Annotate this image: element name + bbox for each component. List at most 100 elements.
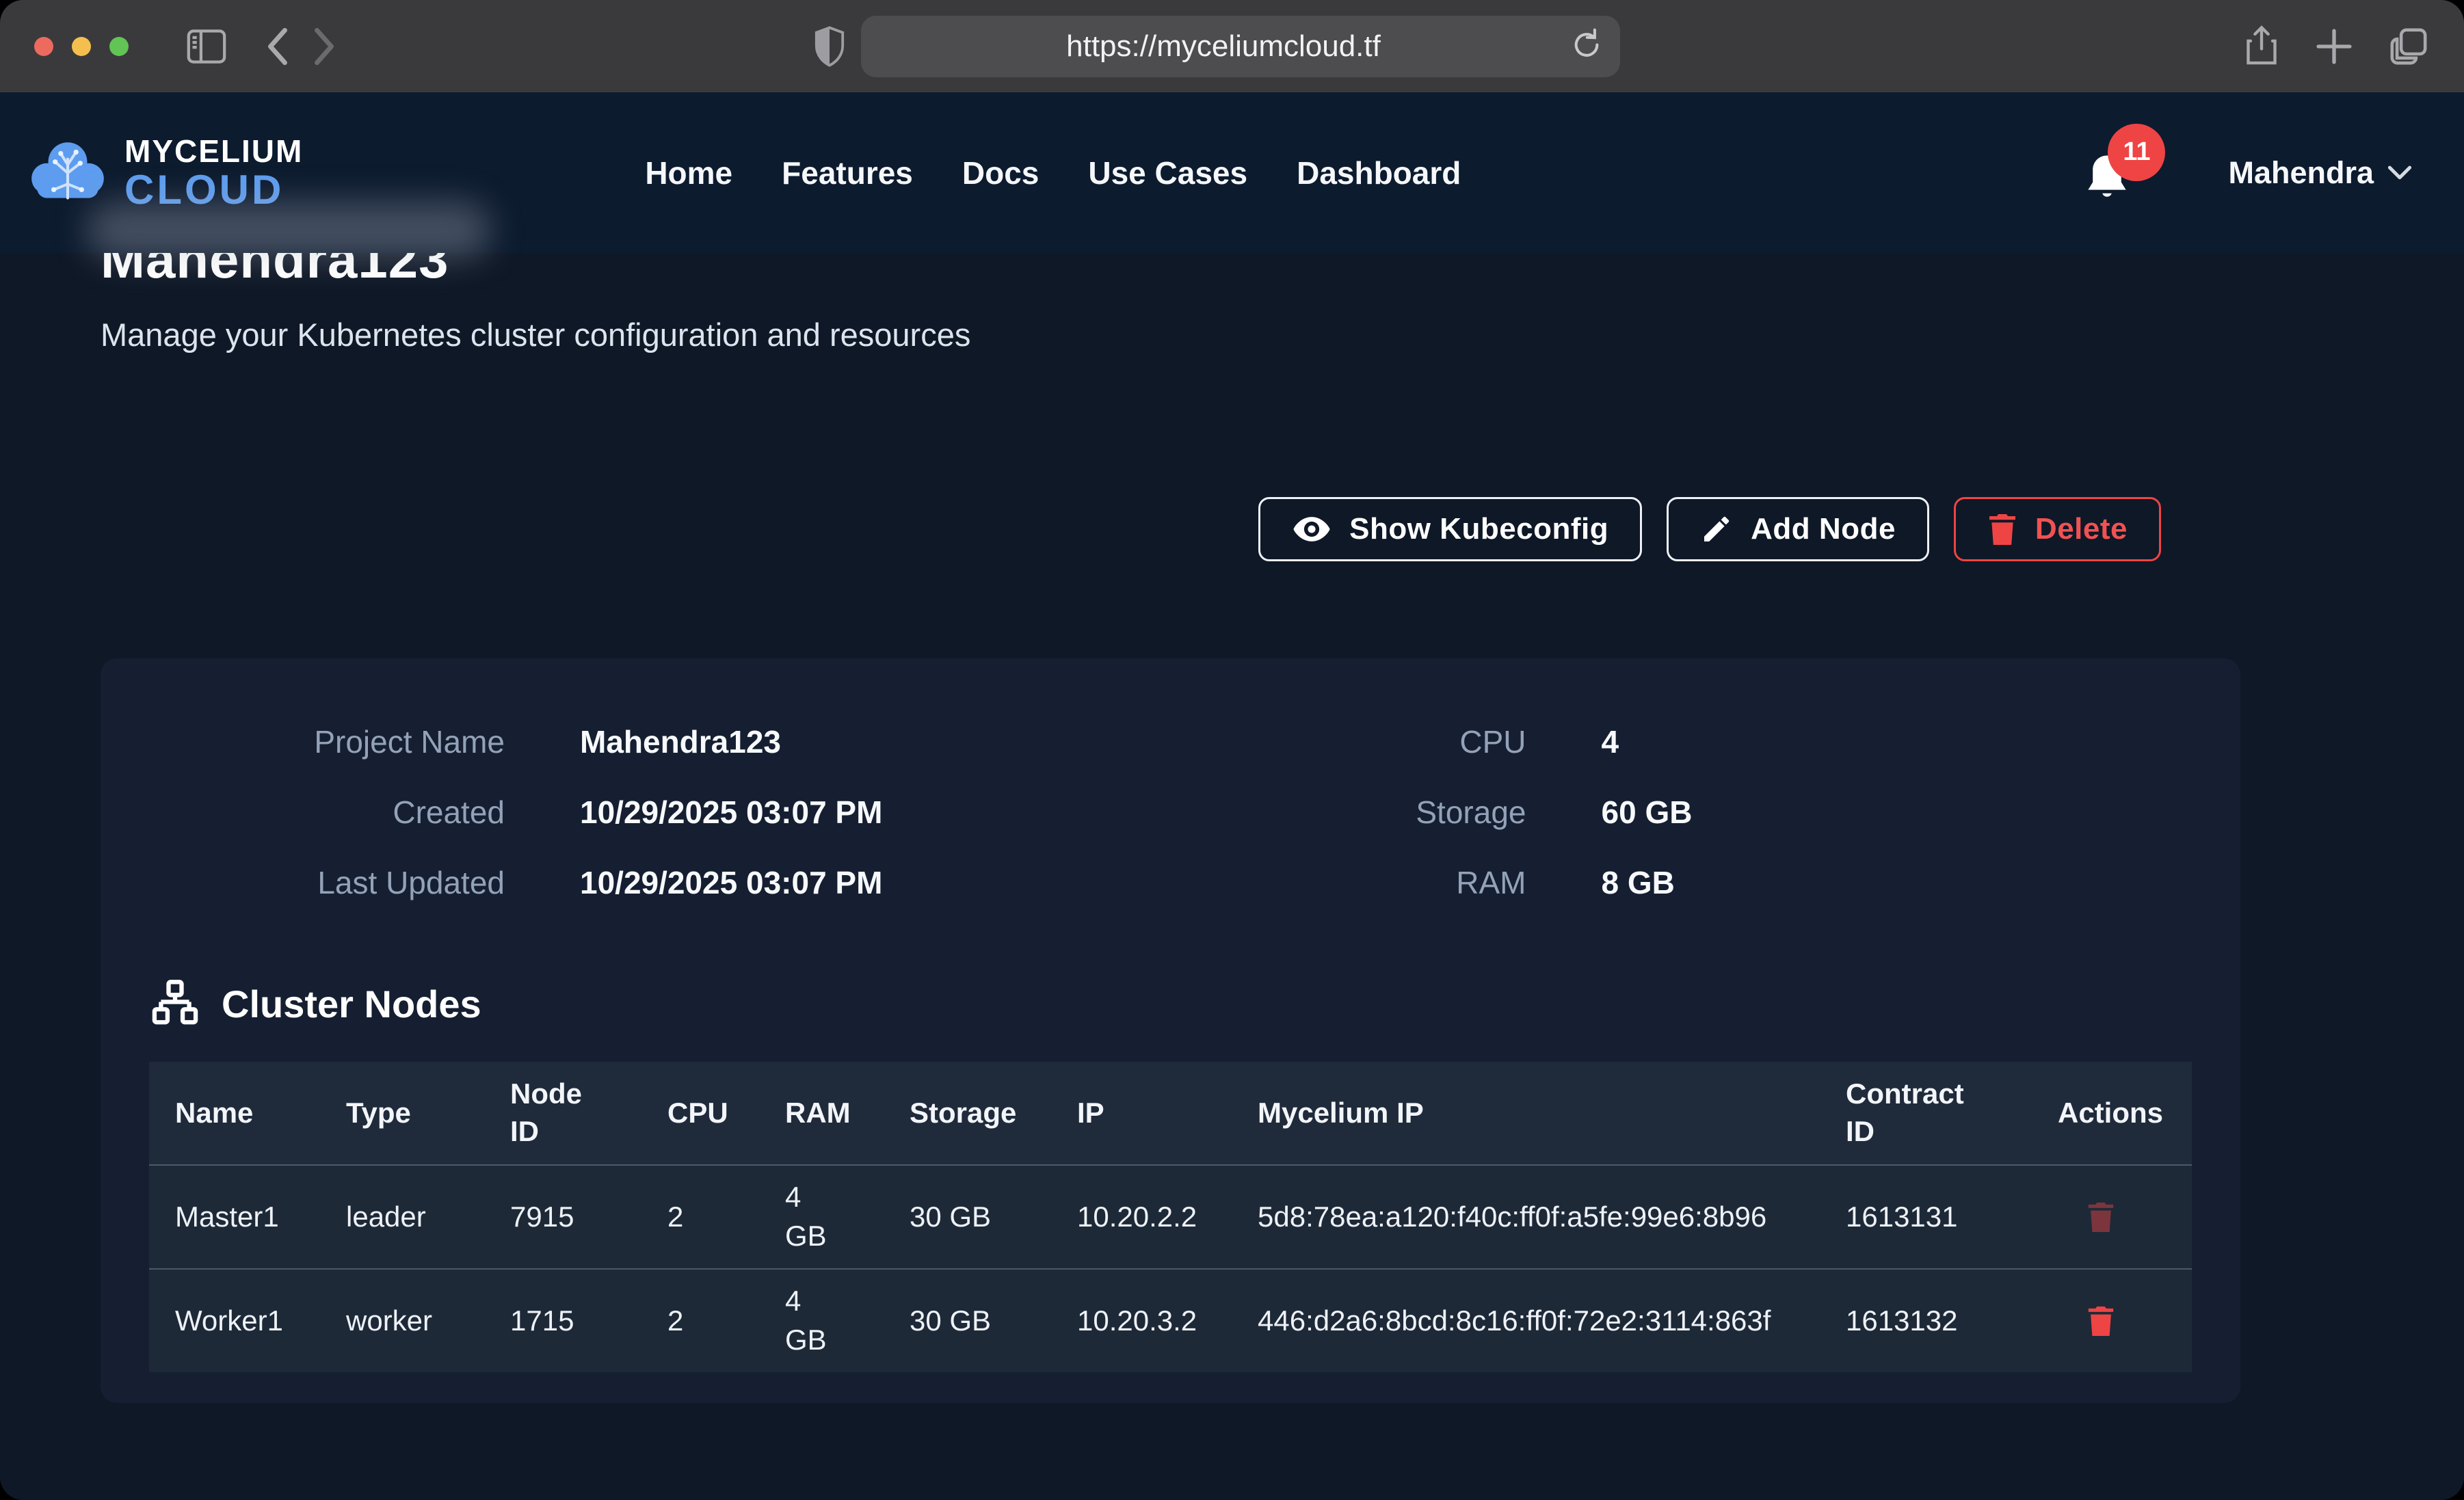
add-node-label: Add Node — [1751, 512, 1896, 546]
cell-storage: 30 GB — [884, 1165, 1051, 1269]
cluster-detail-page: Mahendra123 Manage your Kubernetes clust… — [0, 253, 2464, 1500]
column-header-storage: Storage — [884, 1062, 1051, 1165]
cell-node-id: 7915 — [484, 1165, 641, 1269]
delete-cluster-button[interactable]: Delete — [1954, 497, 2161, 561]
ram-value: 8 GB — [1602, 864, 1675, 901]
eye-icon — [1292, 512, 1332, 546]
cell-actions — [2032, 1165, 2192, 1269]
project-name-label: Project Name — [149, 723, 505, 760]
cluster-nodes-header: Cluster Nodes — [149, 976, 2192, 1031]
nav-links: Home Features Docs Use Cases Dashboard — [645, 155, 1461, 191]
table-header-row: Name Type Node ID CPU RAM Storage IP Myc… — [149, 1062, 2192, 1165]
last-updated-field: Last Updated 10/29/2025 03:07 PM — [149, 847, 1171, 918]
project-name-field: Project Name Mahendra123 — [149, 706, 1171, 777]
url-input[interactable] — [861, 29, 1620, 64]
reload-icon[interactable] — [1571, 27, 1602, 66]
address-bar[interactable] — [861, 16, 1620, 77]
user-menu[interactable]: Mahendra — [2224, 155, 2416, 191]
ram-field: RAM 8 GB — [1171, 847, 2193, 918]
nav-link-home[interactable]: Home — [645, 155, 732, 191]
forward-icon[interactable] — [310, 27, 338, 66]
cell-name: Worker1 — [149, 1269, 320, 1372]
column-header-ram: RAM — [759, 1062, 884, 1165]
close-window-button[interactable] — [34, 37, 53, 56]
storage-field: Storage 60 GB — [1171, 777, 2193, 847]
page-title: Mahendra123 — [101, 253, 449, 286]
sidebar-toggle-icon[interactable] — [187, 29, 226, 64]
cell-ram-value: 4 GB — [785, 1178, 829, 1255]
cluster-info-card: Project Name Mahendra123 Created 10/29/2… — [101, 658, 2240, 1403]
minimize-window-button[interactable] — [72, 37, 91, 56]
page-subtitle: Manage your Kubernetes cluster configura… — [101, 253, 2464, 353]
column-header-contract-id: Contract ID — [1820, 1062, 2032, 1165]
ram-label: RAM — [1171, 864, 1526, 901]
column-header-node-id: Node ID — [484, 1062, 641, 1165]
cell-contract-id: 1613132 — [1820, 1269, 2032, 1372]
created-field: Created 10/29/2025 03:07 PM — [149, 777, 1171, 847]
cell-type: worker — [320, 1269, 484, 1372]
cell-cpu: 2 — [641, 1165, 759, 1269]
toolbar-right-buttons — [2244, 25, 2428, 68]
column-header-mycelium-ip: Mycelium IP — [1232, 1062, 1820, 1165]
last-updated-label: Last Updated — [149, 864, 505, 901]
share-icon[interactable] — [2244, 25, 2279, 68]
zoom-window-button[interactable] — [109, 37, 129, 56]
new-tab-icon[interactable] — [2315, 27, 2353, 66]
show-kubeconfig-button[interactable]: Show Kubeconfig — [1258, 497, 1642, 561]
cell-name: Master1 — [149, 1165, 320, 1269]
cluster-actions-row: Show Kubeconfig Add Node Delete — [101, 497, 2240, 561]
browser-window: MYCELIUM CLOUD Home Features Docs Use Ca… — [0, 0, 2464, 1500]
browser-toolbar — [0, 0, 2464, 92]
notification-count-badge: 11 — [2108, 124, 2165, 181]
cluster-nodes-title: Cluster Nodes — [222, 982, 481, 1026]
tab-overview-icon[interactable] — [2389, 27, 2428, 66]
table-row: Master1 leader 7915 2 4 GB 30 GB 10.20.2… — [149, 1165, 2192, 1269]
created-label: Created — [149, 794, 505, 831]
storage-value: 60 GB — [1602, 794, 1693, 831]
cpu-field: CPU 4 — [1171, 706, 2193, 777]
site-navbar: MYCELIUM CLOUD Home Features Docs Use Ca… — [0, 92, 2464, 253]
cell-ip: 10.20.3.2 — [1051, 1269, 1232, 1372]
trash-icon — [1987, 512, 2017, 546]
cpu-value: 4 — [1602, 723, 1619, 760]
cluster-nodes-table: Name Type Node ID CPU RAM Storage IP Myc… — [149, 1062, 2192, 1372]
pencil-icon — [1700, 513, 1733, 546]
delete-label: Delete — [2035, 512, 2128, 546]
created-value: 10/29/2025 03:07 PM — [580, 794, 882, 831]
last-updated-value: 10/29/2025 03:07 PM — [580, 864, 882, 901]
cell-cpu: 2 — [641, 1269, 759, 1372]
delete-node-button[interactable] — [2087, 1304, 2115, 1337]
add-node-button[interactable]: Add Node — [1667, 497, 1929, 561]
delete-node-button[interactable] — [2087, 1201, 2115, 1233]
cluster-info-right-column: CPU 4 Storage 60 GB RAM 8 GB — [1171, 706, 2193, 918]
cluster-info-left-column: Project Name Mahendra123 Created 10/29/2… — [149, 706, 1171, 918]
trash-icon — [2087, 1304, 2115, 1337]
trash-icon — [2087, 1201, 2115, 1233]
cell-contract-id: 1613131 — [1820, 1165, 2032, 1269]
notifications-button[interactable]: 11 — [2080, 132, 2142, 214]
cluster-info-grid: Project Name Mahendra123 Created 10/29/2… — [149, 706, 2192, 918]
show-kubeconfig-label: Show Kubeconfig — [1349, 512, 1608, 546]
cell-mycelium-ip: 446:d2a6:8bcd:8c16:ff0f:72e2:3114:863f — [1232, 1269, 1820, 1372]
brand-logo[interactable]: MYCELIUM CLOUD — [26, 131, 303, 215]
cell-node-id: 1715 — [484, 1269, 641, 1372]
nav-link-dashboard[interactable]: Dashboard — [1297, 155, 1461, 191]
nav-link-features[interactable]: Features — [782, 155, 913, 191]
cpu-label: CPU — [1171, 723, 1526, 760]
nav-link-docs[interactable]: Docs — [962, 155, 1039, 191]
cell-ram-value: 4 GB — [785, 1282, 829, 1359]
chevron-down-icon — [2387, 165, 2412, 181]
cell-ram: 4 GB — [759, 1165, 884, 1269]
cell-storage: 30 GB — [884, 1269, 1051, 1372]
nav-link-use-cases[interactable]: Use Cases — [1088, 155, 1247, 191]
project-name-value: Mahendra123 — [580, 723, 781, 760]
column-header-type: Type — [320, 1062, 484, 1165]
mycelium-cloud-logo-icon — [26, 131, 109, 215]
storage-label: Storage — [1171, 794, 1526, 831]
back-icon[interactable] — [264, 27, 291, 66]
brand-text: MYCELIUM CLOUD — [124, 135, 303, 211]
column-header-ip: IP — [1051, 1062, 1232, 1165]
privacy-shield-icon[interactable] — [813, 26, 846, 67]
cell-mycelium-ip: 5d8:78ea:a120:f40c:ff0f:a5fe:99e6:8b96 — [1232, 1165, 1820, 1269]
navbar-right: 11 Mahendra — [2080, 132, 2416, 214]
